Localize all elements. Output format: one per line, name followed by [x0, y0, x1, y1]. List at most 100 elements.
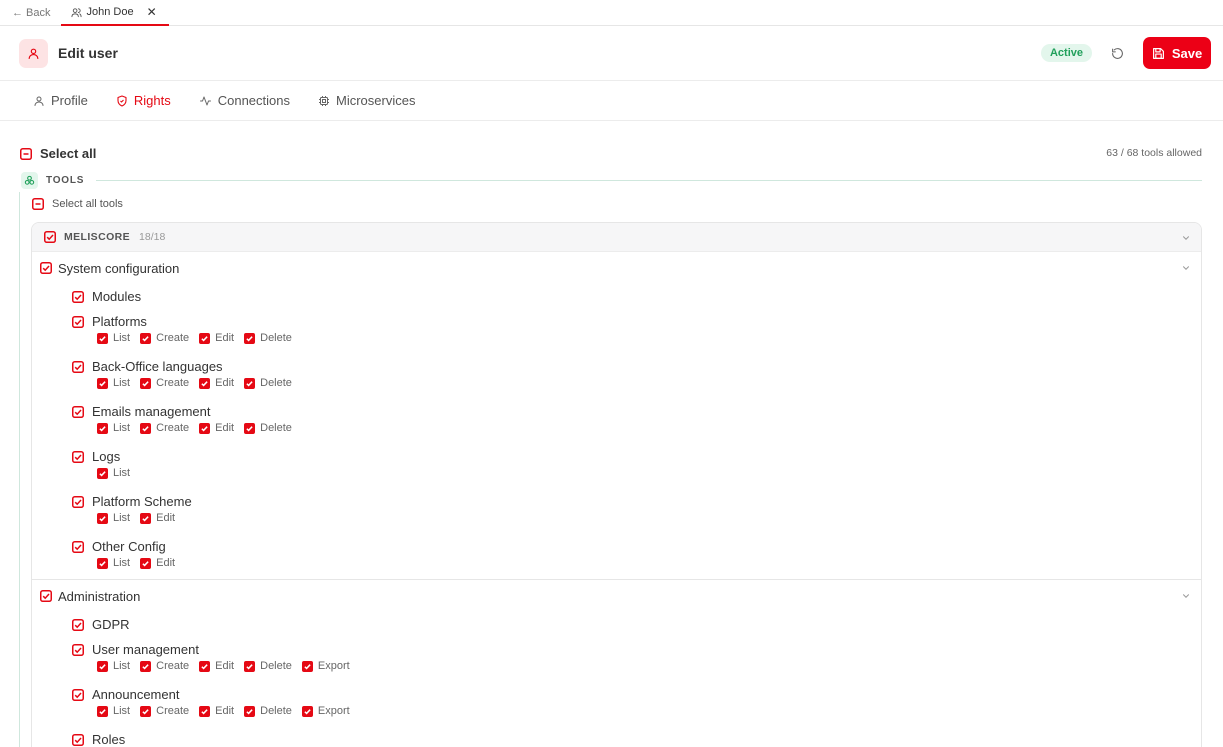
permission-action-checkbox[interactable]: Edit: [199, 660, 234, 672]
permission-actions: List Create Edit Delete Export: [72, 659, 1201, 673]
checked-checkbox-icon[interactable]: [72, 540, 84, 553]
permission-action-label: Delete: [260, 332, 292, 344]
checkbox-checked-icon[interactable]: [97, 422, 108, 434]
tab-rights[interactable]: Rights: [116, 93, 171, 108]
permission-action-checkbox[interactable]: Edit: [199, 332, 234, 344]
checked-checkbox-icon[interactable]: [72, 450, 84, 463]
checked-checkbox-icon[interactable]: [72, 733, 84, 746]
checkbox-checked-icon[interactable]: [199, 377, 211, 389]
checked-checkbox-icon[interactable]: [72, 618, 84, 631]
checkbox-checked-icon[interactable]: [140, 705, 152, 717]
permission-action-checkbox[interactable]: Create: [140, 377, 189, 389]
permission-action-checkbox[interactable]: List: [97, 557, 130, 569]
checkbox-checked-icon[interactable]: [244, 332, 256, 344]
permission-action-checkbox[interactable]: Delete: [244, 332, 292, 344]
permission-item-row[interactable]: Roles: [72, 727, 1201, 747]
checked-checkbox-icon[interactable]: [72, 688, 84, 701]
tab-profile[interactable]: Profile: [33, 93, 88, 108]
checkbox-checked-icon[interactable]: [244, 705, 256, 717]
permission-action-checkbox[interactable]: List: [97, 705, 130, 717]
permission-action-checkbox[interactable]: List: [97, 332, 130, 344]
permission-action-checkbox[interactable]: Edit: [140, 557, 175, 569]
checkbox-checked-icon[interactable]: [199, 705, 211, 717]
checkbox-checked-icon[interactable]: [140, 660, 152, 672]
permission-item-row[interactable]: Modules: [72, 284, 1201, 309]
user-icon: [27, 47, 40, 60]
tab-microservices[interactable]: Microservices: [318, 93, 415, 108]
group-header[interactable]: System configuration: [32, 252, 1201, 284]
checkbox-checked-icon[interactable]: [244, 660, 256, 672]
checkbox-checked-icon[interactable]: [140, 377, 152, 389]
permission-action-checkbox[interactable]: Export: [301, 705, 350, 717]
checked-checkbox-icon[interactable]: [72, 360, 84, 373]
checked-checkbox-icon[interactable]: [72, 643, 84, 656]
checkbox-checked-icon[interactable]: [199, 422, 211, 434]
chevron-down-icon[interactable]: [1181, 263, 1191, 273]
permission-item-label: User management: [92, 642, 199, 657]
select-all-tools-checkbox[interactable]: Select all tools: [32, 198, 123, 210]
chevron-down-icon[interactable]: [1181, 591, 1191, 601]
checkbox-checked-icon[interactable]: [140, 512, 152, 524]
permission-action-checkbox[interactable]: List: [97, 660, 130, 672]
checked-checkbox-icon[interactable]: [72, 405, 84, 418]
checked-checkbox-icon[interactable]: [44, 231, 56, 243]
checked-checkbox-icon[interactable]: [72, 315, 84, 328]
checked-checkbox-icon[interactable]: [72, 495, 84, 508]
permission-item: Modules: [32, 284, 1201, 309]
checkbox-checked-icon[interactable]: [199, 660, 211, 672]
permission-action-checkbox[interactable]: Create: [140, 705, 189, 717]
checkbox-checked-icon[interactable]: [244, 377, 256, 389]
reset-button[interactable]: [1102, 38, 1132, 68]
chevron-down-icon[interactable]: [1181, 233, 1191, 243]
module-header[interactable]: MELISCORE 18/18: [32, 223, 1201, 252]
checkbox-checked-icon[interactable]: [301, 660, 313, 672]
permission-action-label: Edit: [215, 705, 235, 717]
checkbox-checked-icon[interactable]: [97, 557, 108, 569]
permission-action-checkbox[interactable]: List: [97, 512, 130, 524]
permission-action-checkbox[interactable]: List: [97, 467, 130, 479]
permission-action-checkbox[interactable]: Delete: [244, 377, 292, 389]
permission-action-label: Create: [156, 422, 190, 434]
checkbox-checked-icon[interactable]: [97, 512, 108, 524]
checkbox-checked-icon[interactable]: [244, 422, 256, 434]
checkbox-checked-icon[interactable]: [97, 332, 108, 344]
checkbox-checked-icon[interactable]: [97, 467, 108, 479]
checkbox-checked-icon[interactable]: [140, 557, 152, 569]
permission-action-checkbox[interactable]: Create: [140, 332, 189, 344]
tab-rights-label: Rights: [133, 93, 171, 108]
permission-action-checkbox[interactable]: Edit: [199, 705, 234, 717]
permission-action-checkbox[interactable]: List: [97, 422, 130, 434]
save-button[interactable]: Save: [1143, 37, 1211, 69]
permission-action-checkbox[interactable]: Delete: [244, 422, 292, 434]
tab-john-doe[interactable]: John Doe ✕: [60, 0, 169, 26]
permission-action-checkbox[interactable]: Create: [140, 660, 189, 672]
close-icon[interactable]: ✕: [147, 5, 157, 19]
permission-action-label: Create: [156, 377, 190, 389]
group-header[interactable]: Administration: [32, 580, 1201, 612]
permission-action-checkbox[interactable]: Create: [140, 422, 189, 434]
back-link[interactable]: ← Back: [0, 0, 61, 25]
permission-action-checkbox[interactable]: Delete: [244, 705, 292, 717]
checkbox-checked-icon[interactable]: [199, 332, 211, 344]
permission-item-row[interactable]: GDPR: [72, 612, 1201, 637]
permission-action-checkbox[interactable]: List: [97, 377, 130, 389]
checkbox-checked-icon[interactable]: [97, 705, 108, 717]
permission-action-checkbox[interactable]: Edit: [199, 377, 234, 389]
checkbox-checked-icon[interactable]: [97, 660, 108, 672]
select-all-checkbox[interactable]: Select all: [20, 146, 96, 161]
checked-checkbox-icon[interactable]: [72, 290, 84, 303]
user-icon: [33, 95, 45, 107]
checkbox-checked-icon[interactable]: [140, 422, 152, 434]
permission-item-label: Back-Office languages: [92, 359, 223, 374]
checked-checkbox-icon[interactable]: [40, 262, 52, 274]
permission-action-checkbox[interactable]: Edit: [140, 512, 175, 524]
checkbox-checked-icon[interactable]: [97, 377, 108, 389]
checkbox-checked-icon[interactable]: [140, 332, 152, 344]
permission-action-checkbox[interactable]: Delete: [244, 660, 292, 672]
permission-action-checkbox[interactable]: Export: [301, 660, 350, 672]
checkbox-checked-icon[interactable]: [301, 705, 313, 717]
tab-connections[interactable]: Connections: [199, 93, 290, 108]
group-label: Administration: [58, 588, 141, 604]
checked-checkbox-icon[interactable]: [40, 590, 52, 602]
permission-action-checkbox[interactable]: Edit: [199, 422, 234, 434]
